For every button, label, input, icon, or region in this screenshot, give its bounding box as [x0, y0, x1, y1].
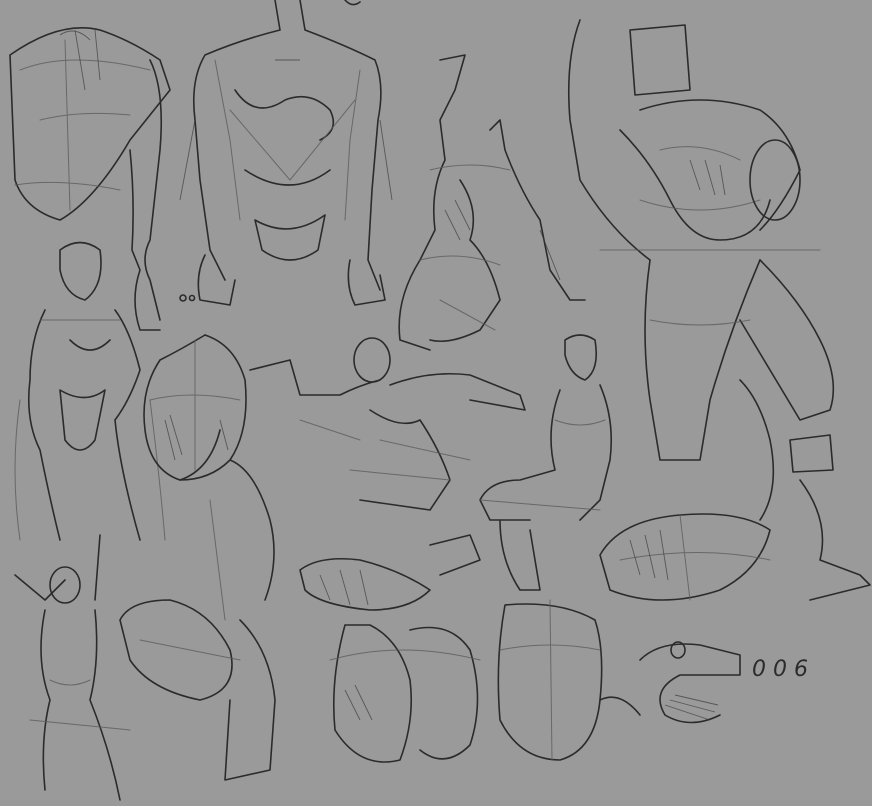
sketch-limb-study	[299, 534, 481, 611]
handwritten-annotation: 0 0 6	[752, 657, 808, 682]
sketch-reaching-figure	[249, 337, 526, 511]
sketch-muscular-figure	[567, 19, 835, 461]
sketch-crouching-figure	[599, 379, 871, 601]
sketch-twisting-torso	[398, 54, 586, 351]
sketch-fragment	[639, 641, 741, 724]
sketch-seated-female	[479, 334, 613, 591]
sketch-arms-up-figure	[14, 534, 131, 801]
sketch-back-study	[497, 599, 641, 761]
sketch-stray-marks	[179, 0, 361, 302]
sketch-glutes-pair	[329, 624, 481, 763]
sketch-glutes-study	[143, 334, 247, 481]
sketch-female-standing	[14, 241, 166, 541]
sketch-front-torso	[179, 0, 393, 306]
sketch-back-torso	[9, 27, 171, 331]
sketch-canvas: 0 0 6	[0, 0, 872, 806]
figure-sketch-sheet: 0 0 6	[9, 0, 871, 801]
sketch-twisted-legs	[119, 459, 276, 781]
